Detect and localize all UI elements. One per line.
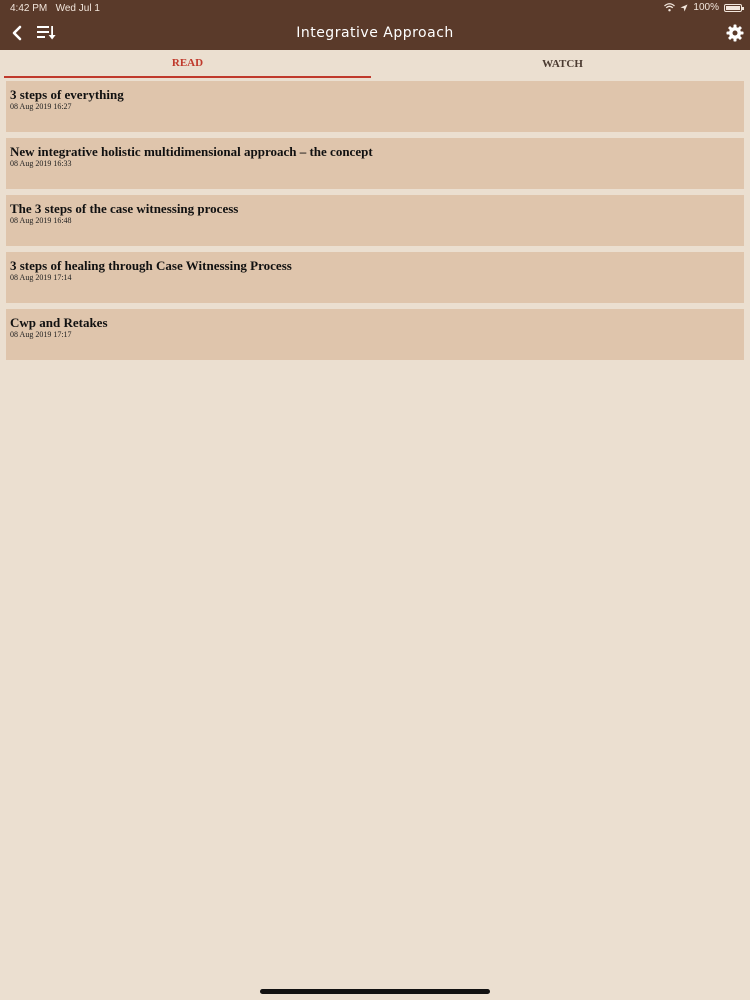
tab-watch[interactable]: WATCH <box>375 50 750 78</box>
top-bar: 4:42 PM Wed Jul 1 100% Integrative Appro… <box>0 0 750 50</box>
status-bar-right: 100% <box>664 2 744 13</box>
article-title: The 3 steps of the case witnessing proce… <box>10 201 239 216</box>
article-date: 08 Aug 2019 16:27 <box>10 102 72 111</box>
article-date: 08 Aug 2019 16:33 <box>10 159 72 168</box>
tab-bar: READ WATCH <box>0 50 750 78</box>
list-item[interactable]: 3 steps of everything 08 Aug 2019 16:27 <box>6 81 744 132</box>
article-date: 08 Aug 2019 16:48 <box>10 216 72 225</box>
tab-read[interactable]: READ <box>4 50 371 78</box>
location-arrow-icon <box>680 4 688 11</box>
page-title: Integrative Approach <box>296 25 454 41</box>
article-list: 3 steps of everything 08 Aug 2019 16:27 … <box>6 81 744 366</box>
settings-button[interactable] <box>726 24 744 42</box>
status-date: Wed Jul 1 <box>55 3 100 14</box>
article-title: 3 steps of healing through Case Witnessi… <box>10 258 292 273</box>
gear-icon <box>726 24 744 42</box>
article-title: Cwp and Retakes <box>10 315 108 330</box>
list-item[interactable]: New integrative holistic multidimensiona… <box>6 138 744 189</box>
article-title: New integrative holistic multidimensiona… <box>10 144 373 159</box>
status-bar-time: 4:42 PM Wed Jul 1 <box>10 3 100 14</box>
article-date: 08 Aug 2019 17:14 <box>10 273 72 282</box>
battery-percent: 100% <box>693 2 719 13</box>
list-item[interactable]: Cwp and Retakes 08 Aug 2019 17:17 <box>6 309 744 360</box>
home-indicator[interactable] <box>260 989 490 994</box>
article-title: 3 steps of everything <box>10 87 124 102</box>
list-item[interactable]: 3 steps of healing through Case Witnessi… <box>6 252 744 303</box>
list-item[interactable]: The 3 steps of the case witnessing proce… <box>6 195 744 246</box>
article-date: 08 Aug 2019 17:17 <box>10 330 72 339</box>
status-time: 4:42 PM <box>10 3 48 14</box>
battery-icon <box>724 3 744 12</box>
wifi-icon <box>664 3 676 12</box>
